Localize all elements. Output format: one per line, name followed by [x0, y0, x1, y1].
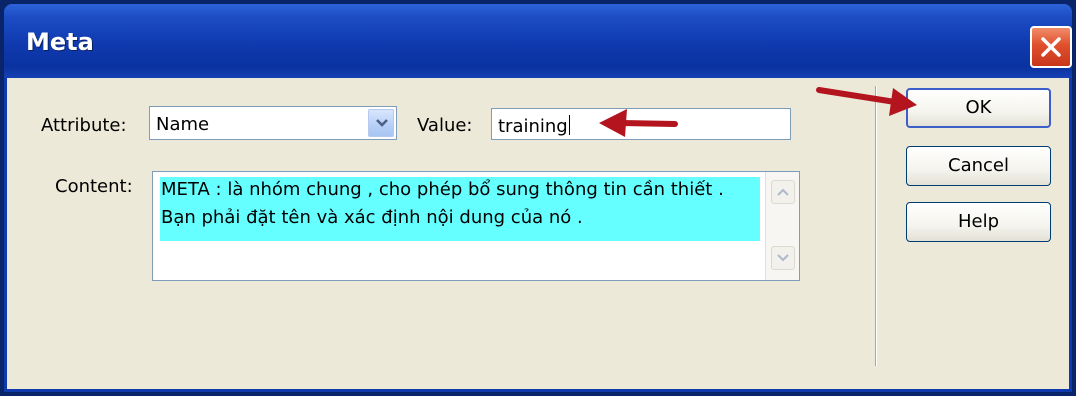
title-bar[interactable]: Meta: [4, 4, 1072, 78]
meta-dialog-window: Meta Attribute: Name Value: training Con…: [0, 0, 1076, 396]
arrow-to-ok-button: [816, 87, 917, 116]
close-button[interactable]: [1030, 26, 1072, 68]
close-x-icon: [1041, 37, 1061, 57]
window-title: Meta: [26, 28, 94, 56]
dialog-body: Attribute: Name Value: training Content:…: [4, 78, 1072, 392]
